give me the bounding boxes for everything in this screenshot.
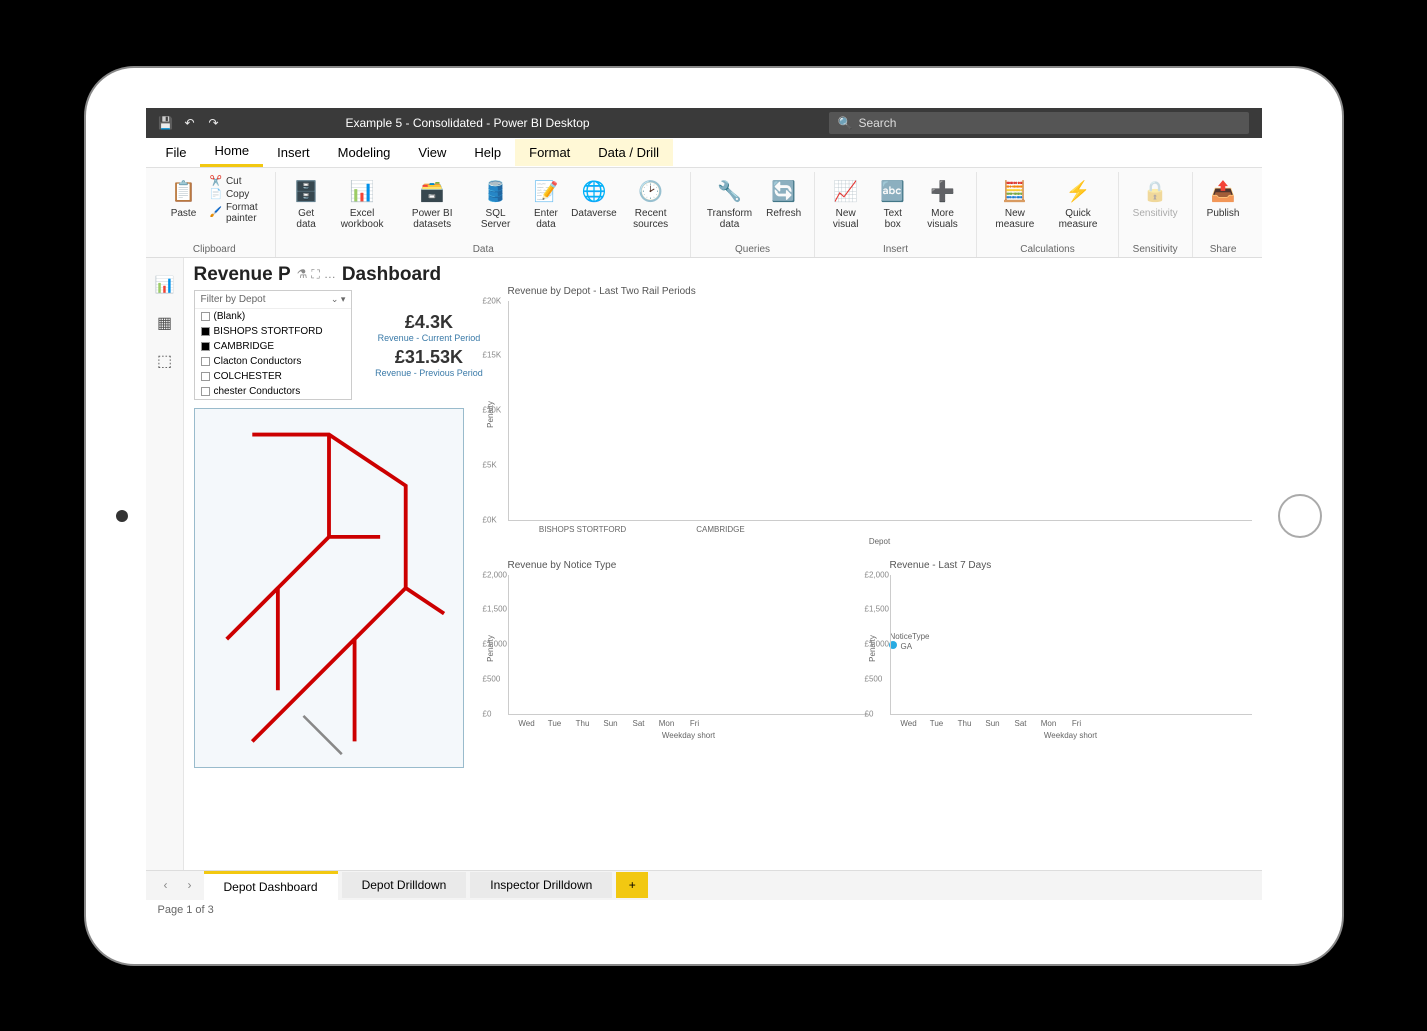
menubar: File Home Insert Modeling View Help Form…	[146, 138, 1262, 168]
search-input[interactable]: 🔍 Search	[829, 112, 1249, 134]
view-switcher: 📊 ▦ ⬚	[146, 258, 184, 870]
refresh-icon: 🔄	[770, 178, 798, 206]
slicer-item[interactable]: Clacton Conductors	[195, 354, 352, 369]
cut-button[interactable]: ✂️Cut	[210, 176, 266, 187]
slicer-item[interactable]: CAMBRIDGE	[195, 339, 352, 354]
titlebar: 💾 ↶ ↷ Example 5 - Consolidated - Power B…	[146, 108, 1262, 138]
menu-modeling[interactable]: Modeling	[324, 139, 405, 166]
excel-icon: 📊	[348, 178, 376, 206]
focus-icon[interactable]: ⛶	[311, 267, 319, 282]
kpi-current: £4.3KRevenue - Current Period	[378, 312, 481, 343]
recent-sources-button[interactable]: 🕑Recent sources	[621, 176, 681, 232]
menu-format[interactable]: Format	[515, 139, 584, 166]
page-tabs: ‹ › Depot Dashboard Depot Drilldown Insp…	[146, 870, 1262, 900]
sensitivity-icon: 🔒	[1141, 178, 1169, 206]
sql-button[interactable]: 🛢️SQL Server	[472, 176, 518, 232]
enterdata-icon: 📝	[532, 178, 560, 206]
checkbox-icon	[201, 372, 210, 381]
copy-button[interactable]: 📄Copy	[210, 189, 266, 200]
checkbox-icon	[201, 342, 210, 351]
enter-data-button[interactable]: 📝Enter data	[525, 176, 567, 232]
slicer-item[interactable]: chester Conductors	[195, 384, 352, 399]
sql-icon: 🛢️	[482, 178, 510, 206]
transform-icon: 🔧	[716, 178, 744, 206]
menu-view[interactable]: View	[404, 139, 460, 166]
tab-next-icon[interactable]: ›	[180, 878, 200, 892]
save-icon[interactable]: 💾	[158, 115, 174, 131]
publish-icon: 📤	[1209, 178, 1237, 206]
morevisuals-icon: ➕	[929, 178, 957, 206]
model-view-icon[interactable]: ⬚	[146, 342, 184, 380]
status-bar: Page 1 of 3	[146, 900, 1262, 924]
window-title: Example 5 - Consolidated - Power BI Desk…	[345, 116, 589, 130]
text-box-button[interactable]: 🔤Text box	[873, 176, 913, 232]
slicer-item[interactable]: COLCHESTER	[195, 369, 352, 384]
slicer-item[interactable]: (Blank)	[195, 309, 352, 324]
checkbox-icon	[201, 312, 210, 321]
filter-icon[interactable]: ⚗	[297, 267, 308, 282]
slicer-item[interactable]: BISHOPS STORTFORD	[195, 324, 352, 339]
copy-icon: 📄	[210, 189, 222, 200]
more-visuals-button[interactable]: ➕More visuals	[919, 176, 967, 232]
cut-icon: ✂️	[210, 176, 222, 187]
menu-file[interactable]: File	[152, 139, 201, 166]
brush-icon: 🖌️	[210, 207, 222, 218]
format-painter-button[interactable]: 🖌️Format painter	[210, 202, 266, 224]
measure-icon: 🧮	[1001, 178, 1029, 206]
chart-notice-type[interactable]: Revenue by Notice Type Penalty£0£500£1,0…	[508, 560, 870, 740]
undo-icon[interactable]: ↶	[182, 115, 198, 131]
quickmeasure-icon: ⚡	[1064, 178, 1092, 206]
checkbox-icon	[201, 327, 210, 336]
chart-last-7-days[interactable]: Revenue - Last 7 Days Penalty£0£500£1,00…	[890, 560, 1252, 740]
chevron-down-icon[interactable]: ⌄ ▾	[331, 294, 346, 305]
pbi-datasets-button[interactable]: 🗃️Power BI datasets	[398, 176, 466, 232]
new-visual-button[interactable]: 📈New visual	[825, 176, 867, 232]
kpi-previous: £31.53KRevenue - Previous Period	[375, 347, 483, 378]
visual-icon: 📈	[832, 178, 860, 206]
data-view-icon[interactable]: ▦	[146, 304, 184, 342]
paste-button[interactable]: 📋Paste	[164, 176, 204, 221]
tab-inspector-drilldown[interactable]: Inspector Drilldown	[470, 872, 612, 898]
dataverse-button[interactable]: 🌐Dataverse	[573, 176, 615, 221]
checkbox-icon	[201, 357, 210, 366]
excel-button[interactable]: 📊Excel workbook	[332, 176, 392, 232]
publish-button[interactable]: 📤Publish	[1203, 176, 1244, 221]
dataverse-icon: 🌐	[580, 178, 608, 206]
menu-home[interactable]: Home	[200, 137, 263, 167]
getdata-icon: 🗄️	[292, 178, 320, 206]
recent-icon: 🕑	[637, 178, 665, 206]
refresh-button[interactable]: 🔄Refresh	[764, 176, 804, 221]
add-page-button[interactable]: +	[616, 872, 648, 898]
quick-measure-button[interactable]: ⚡Quick measure	[1048, 176, 1107, 232]
textbox-icon: 🔤	[879, 178, 907, 206]
paste-icon: 📋	[170, 178, 198, 206]
checkbox-icon	[201, 387, 210, 396]
transform-button[interactable]: 🔧Transform data	[701, 176, 757, 232]
menu-datadrill[interactable]: Data / Drill	[584, 139, 673, 166]
chart-revenue-depot[interactable]: Revenue by Depot - Last Two Rail Periods…	[508, 286, 1252, 546]
tab-prev-icon[interactable]: ‹	[156, 878, 176, 892]
redo-icon[interactable]: ↷	[206, 115, 222, 131]
search-icon: 🔍	[837, 116, 852, 130]
report-canvas[interactable]: Revenue P ⚗⛶… Dashboard Filter by Depot⌄…	[184, 258, 1262, 870]
report-view-icon[interactable]: 📊	[146, 266, 184, 304]
get-data-button[interactable]: 🗄️Get data	[286, 176, 326, 232]
route-map[interactable]	[194, 408, 464, 768]
new-measure-button[interactable]: 🧮New measure	[987, 176, 1042, 232]
menu-help[interactable]: Help	[460, 139, 515, 166]
tab-depot-dashboard[interactable]: Depot Dashboard	[204, 871, 338, 900]
depot-slicer[interactable]: Filter by Depot⌄ ▾ (Blank)BISHOPS STORTF…	[194, 290, 353, 400]
dashboard-title: Revenue P ⚗⛶… Dashboard	[194, 264, 1252, 286]
sensitivity-button[interactable]: 🔒Sensitivity	[1129, 176, 1182, 221]
ribbon: 📋Paste ✂️Cut 📄Copy 🖌️Format painter Clip…	[146, 168, 1262, 258]
tab-depot-drilldown[interactable]: Depot Drilldown	[342, 872, 467, 898]
pbi-icon: 🗃️	[418, 178, 446, 206]
tablet-home-button[interactable]	[1278, 494, 1322, 538]
menu-insert[interactable]: Insert	[263, 139, 324, 166]
